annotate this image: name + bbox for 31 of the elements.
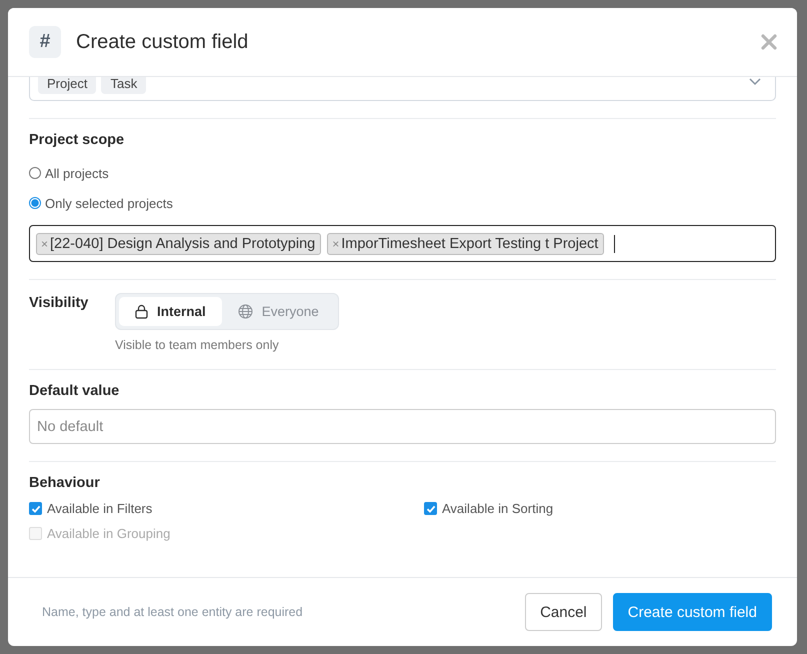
radio-button[interactable] [29, 197, 41, 209]
chevron-down-icon [749, 78, 761, 86]
globe-icon [238, 304, 253, 319]
section-label: Behaviour [29, 475, 101, 491]
checkbox-label: Available in Sorting [442, 501, 554, 516]
checkbox[interactable] [424, 502, 437, 515]
radio-label: All projects [45, 166, 109, 180]
radio-button[interactable] [29, 167, 41, 179]
checkbox[interactable] [29, 502, 42, 515]
text-cursor [614, 234, 616, 252]
section-label: Visibility [29, 295, 90, 313]
section-label: Project scope [29, 132, 126, 148]
entity-tag: Project [38, 77, 96, 94]
section-label: Default value [29, 383, 120, 399]
visibility-hint: Visible to team members only [115, 338, 280, 352]
lock-icon [135, 304, 148, 319]
checkbox-label: Available in Filters [47, 501, 152, 516]
project-tag: ×[22-040] Design Analysis and Prototyping [36, 232, 322, 254]
default-value-field[interactable]: No default [29, 409, 776, 444]
entity-select[interactable]: Project Task [29, 77, 776, 101]
checkbox-label: Available in Grouping [47, 526, 170, 541]
visibility-option[interactable]: Internal [119, 297, 222, 326]
cancel-button[interactable]: Cancel [525, 593, 602, 631]
entity-tag: Task [101, 77, 146, 94]
close-icon[interactable] [761, 34, 777, 50]
project-tag: ×ImporTimesheet Export Testing t Project [327, 232, 604, 254]
required-note: Name, type and at least one entity are required [42, 605, 304, 619]
radio-label: Only selected projects [45, 196, 173, 210]
hash-icon: # [29, 26, 61, 58]
modal-title: Create custom field [76, 30, 250, 54]
project-select-field[interactable]: ×[22-040] Design Analysis and Prototyping ×ImporTimesheet Export Testing t Project [29, 225, 776, 262]
